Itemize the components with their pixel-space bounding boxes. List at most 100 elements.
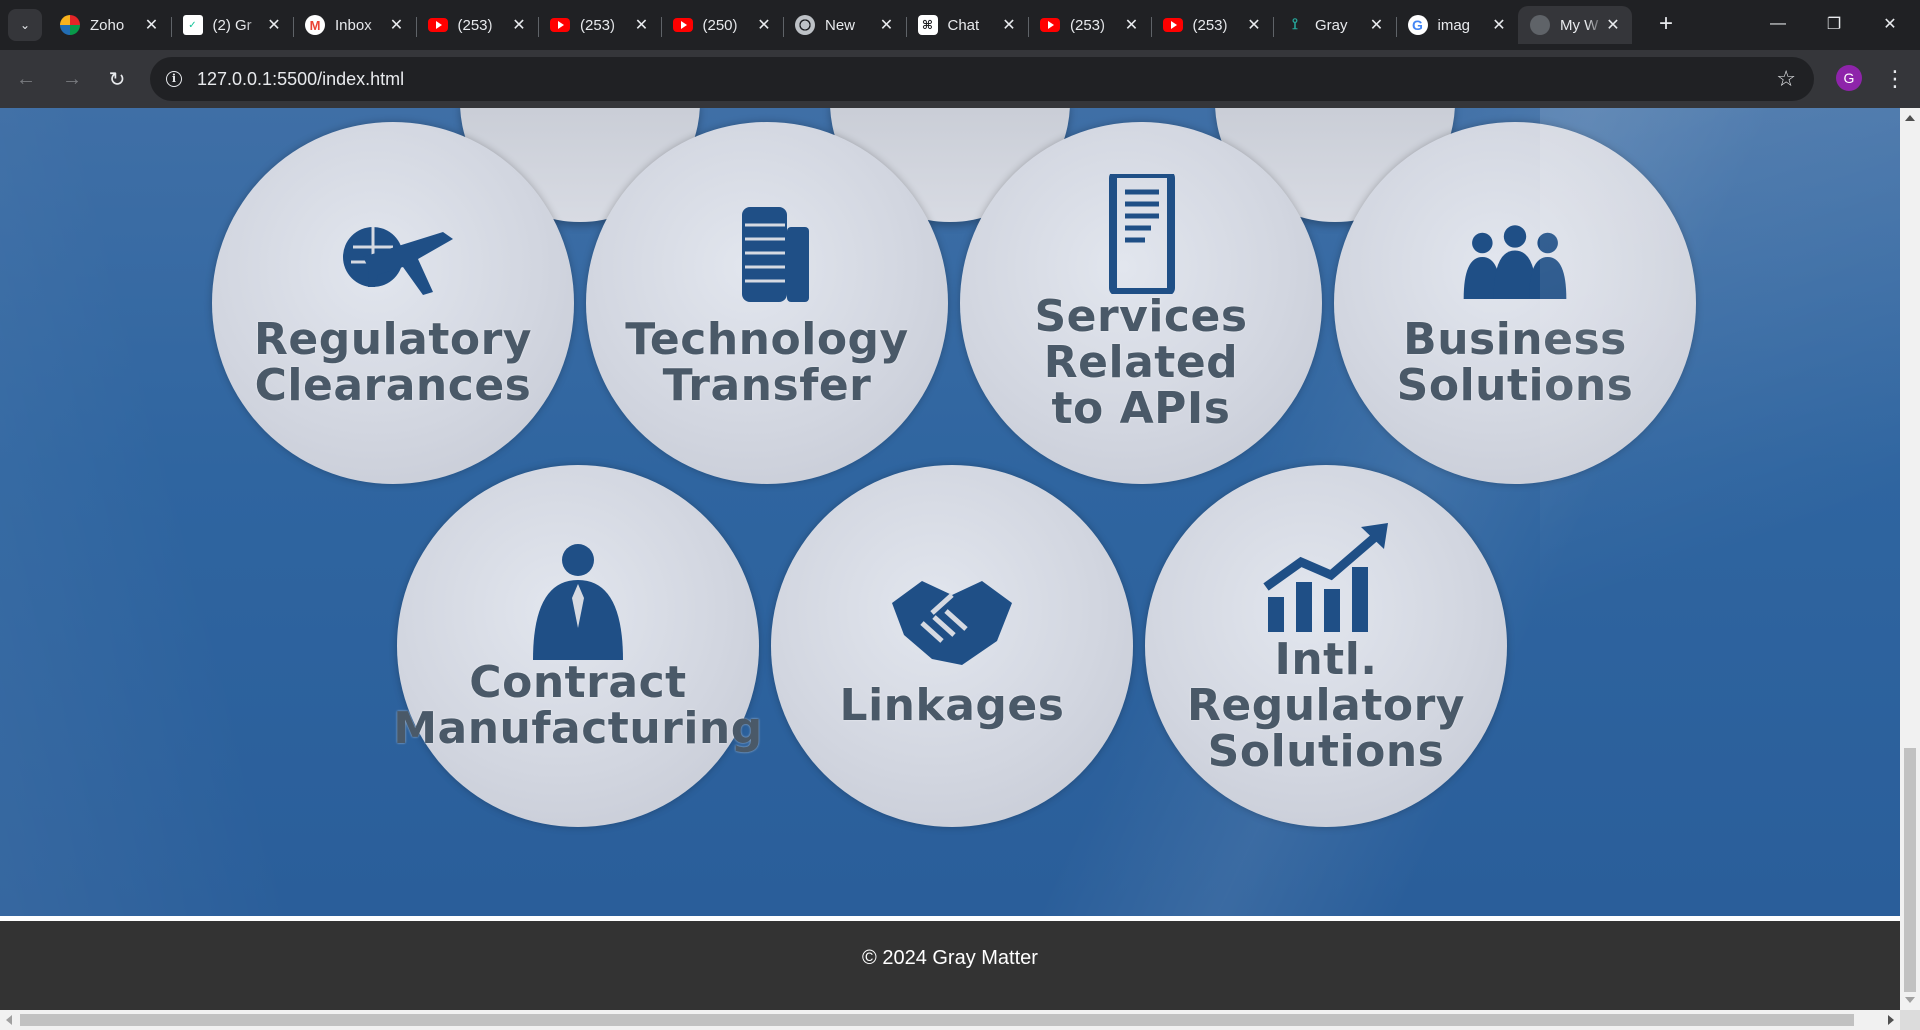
close-icon[interactable]: ✕ (1245, 16, 1263, 34)
arrow-left-icon: ← (16, 67, 36, 90)
close-icon[interactable]: ✕ (755, 16, 773, 34)
service-label: Services Related to APIs (1034, 291, 1248, 434)
tab[interactable]: Zoho ✕ (48, 6, 171, 44)
close-icon[interactable]: ✕ (1123, 16, 1141, 34)
tab-strip: ⌄ Zoho ✕ ✓ (2) Gr ✕ M Inbox ✕ (253) ✕ (2… (0, 0, 1920, 50)
page-viewport: Regulatory Clearances Technology Transfe… (0, 108, 1900, 1010)
tab[interactable]: M Inbox ✕ (293, 6, 416, 44)
close-icon[interactable]: ✕ (265, 16, 283, 34)
service-business-solutions: Business Solutions (1334, 122, 1696, 484)
youtube-icon (550, 15, 570, 35)
tab-active[interactable]: My W ✕ (1518, 6, 1632, 44)
tab-title: Chat (947, 16, 980, 34)
site-info-button[interactable]: i (162, 67, 186, 91)
restore-button[interactable]: ❐ (1806, 0, 1862, 48)
back-button[interactable]: ← (10, 63, 42, 95)
document-icon (1109, 174, 1175, 294)
tab-title: Gray (1315, 16, 1348, 34)
close-window-button[interactable]: ✕ (1862, 0, 1918, 48)
growth-chart-icon (1263, 523, 1388, 632)
horizontal-scroll-thumb[interactable] (20, 1014, 1854, 1026)
service-intl-regulatory-solutions: Intl. Regulatory Solutions (1145, 465, 1507, 827)
profile-avatar[interactable]: G (1836, 65, 1862, 91)
info-icon: i (166, 71, 182, 87)
tab-title: Inbox (335, 16, 372, 34)
vertical-scroll-thumb[interactable] (1904, 748, 1916, 992)
tab-title: (2) Gr (212, 16, 252, 34)
close-icon[interactable]: ✕ (633, 16, 651, 34)
zoho-icon (60, 15, 80, 35)
site-footer: © 2024 Gray Matter (0, 921, 1900, 1010)
service-label: Intl. Regulatory Solutions (1187, 634, 1465, 777)
tab[interactable]: (253) ✕ (538, 6, 661, 44)
tab-title: (253) (1192, 16, 1228, 34)
tab[interactable]: (253) ✕ (1150, 6, 1274, 44)
horizontal-scrollbar[interactable] (0, 1010, 1900, 1030)
new-tab-button[interactable]: + (1652, 10, 1680, 38)
chatgpt-icon: ⌘ (917, 15, 938, 35)
address-bar[interactable]: i 127.0.0.1:5500/index.html ☆ (150, 57, 1814, 101)
vertical-scrollbar[interactable] (1900, 108, 1920, 1010)
youtube-icon (1040, 15, 1060, 35)
service-label: Linkages (839, 680, 1065, 731)
tab[interactable]: ⟟ Gray ✕ (1273, 6, 1396, 44)
scroll-left-arrow-icon[interactable] (6, 1015, 12, 1025)
service-linkages: Linkages (771, 465, 1133, 827)
close-icon[interactable]: ✕ (1604, 16, 1622, 34)
google-icon: G (1407, 15, 1428, 35)
close-icon[interactable]: ✕ (143, 16, 161, 34)
close-icon: ✕ (1883, 16, 1897, 33)
reload-icon: ↻ (108, 68, 126, 91)
youtube-icon (1162, 15, 1183, 35)
tab[interactable]: ✓ (2) Gr ✕ (170, 6, 294, 44)
restore-icon: ❐ (1826, 16, 1842, 33)
scroll-right-arrow-icon[interactable] (1888, 1015, 1894, 1025)
more-vertical-icon: ⋮ (1884, 66, 1906, 91)
tab-title: My W (1560, 16, 1599, 34)
url-text[interactable]: 127.0.0.1:5500/index.html (197, 69, 404, 90)
globe-icon (1530, 15, 1550, 35)
server-stack-icon (742, 207, 809, 302)
tab-title: imag (1437, 16, 1471, 34)
youtube-icon (427, 15, 448, 35)
scroll-down-arrow-icon[interactable] (1905, 997, 1915, 1003)
close-icon[interactable]: ✕ (388, 16, 406, 34)
airplane-globe-icon (343, 227, 453, 295)
service-contract-manufacturing: Contract Manufacturing (393, 465, 762, 827)
tab[interactable]: G imag ✕ (1395, 6, 1519, 44)
tab[interactable]: (253) ✕ (1028, 6, 1151, 44)
copyright-text: © 2024 Gray Matter (862, 947, 1038, 969)
services-hero-image: Regulatory Clearances Technology Transfe… (0, 108, 1900, 916)
close-icon[interactable]: ✕ (1000, 16, 1018, 34)
minimize-icon: — (1770, 15, 1786, 32)
service-label: Contract Manufacturing (393, 657, 763, 754)
gmail-icon: M (305, 15, 325, 35)
gray-matter-icon: ⟟ (1292, 16, 1298, 33)
businessman-icon (533, 544, 623, 660)
bookmark-star-icon[interactable]: ☆ (1776, 66, 1796, 92)
service-label: Regulatory Clearances (254, 314, 532, 411)
scroll-up-arrow-icon[interactable] (1905, 115, 1915, 121)
reload-button[interactable]: ↻ (101, 63, 133, 95)
team-icon (1463, 225, 1567, 299)
browser-menu-button[interactable]: ⋮ (1880, 63, 1910, 95)
forward-button[interactable]: → (56, 63, 88, 95)
chevron-down-icon: ⌄ (19, 18, 31, 32)
chrome-icon (795, 15, 815, 35)
tab[interactable]: (253) ✕ (415, 6, 539, 44)
grammarly-icon: ✓ (182, 15, 203, 35)
close-icon[interactable]: ✕ (1490, 16, 1508, 34)
close-icon[interactable]: ✕ (878, 16, 896, 34)
service-label: Business Solutions (1396, 314, 1634, 411)
tab-search-button[interactable]: ⌄ (8, 9, 42, 41)
tab[interactable]: New ✕ (783, 6, 906, 44)
tab-title: (250) (702, 16, 738, 34)
close-icon[interactable]: ✕ (510, 16, 528, 34)
tab-list: Zoho ✕ ✓ (2) Gr ✕ M Inbox ✕ (253) ✕ (253… (48, 6, 1632, 50)
tab[interactable]: ⌘ Chat ✕ (905, 6, 1029, 44)
minimize-button[interactable]: — (1750, 0, 1806, 48)
tab-title: (253) (1070, 16, 1106, 34)
close-icon[interactable]: ✕ (1368, 16, 1386, 34)
tab[interactable]: (250) ✕ (660, 6, 784, 44)
tab-title: (253) (457, 16, 493, 34)
